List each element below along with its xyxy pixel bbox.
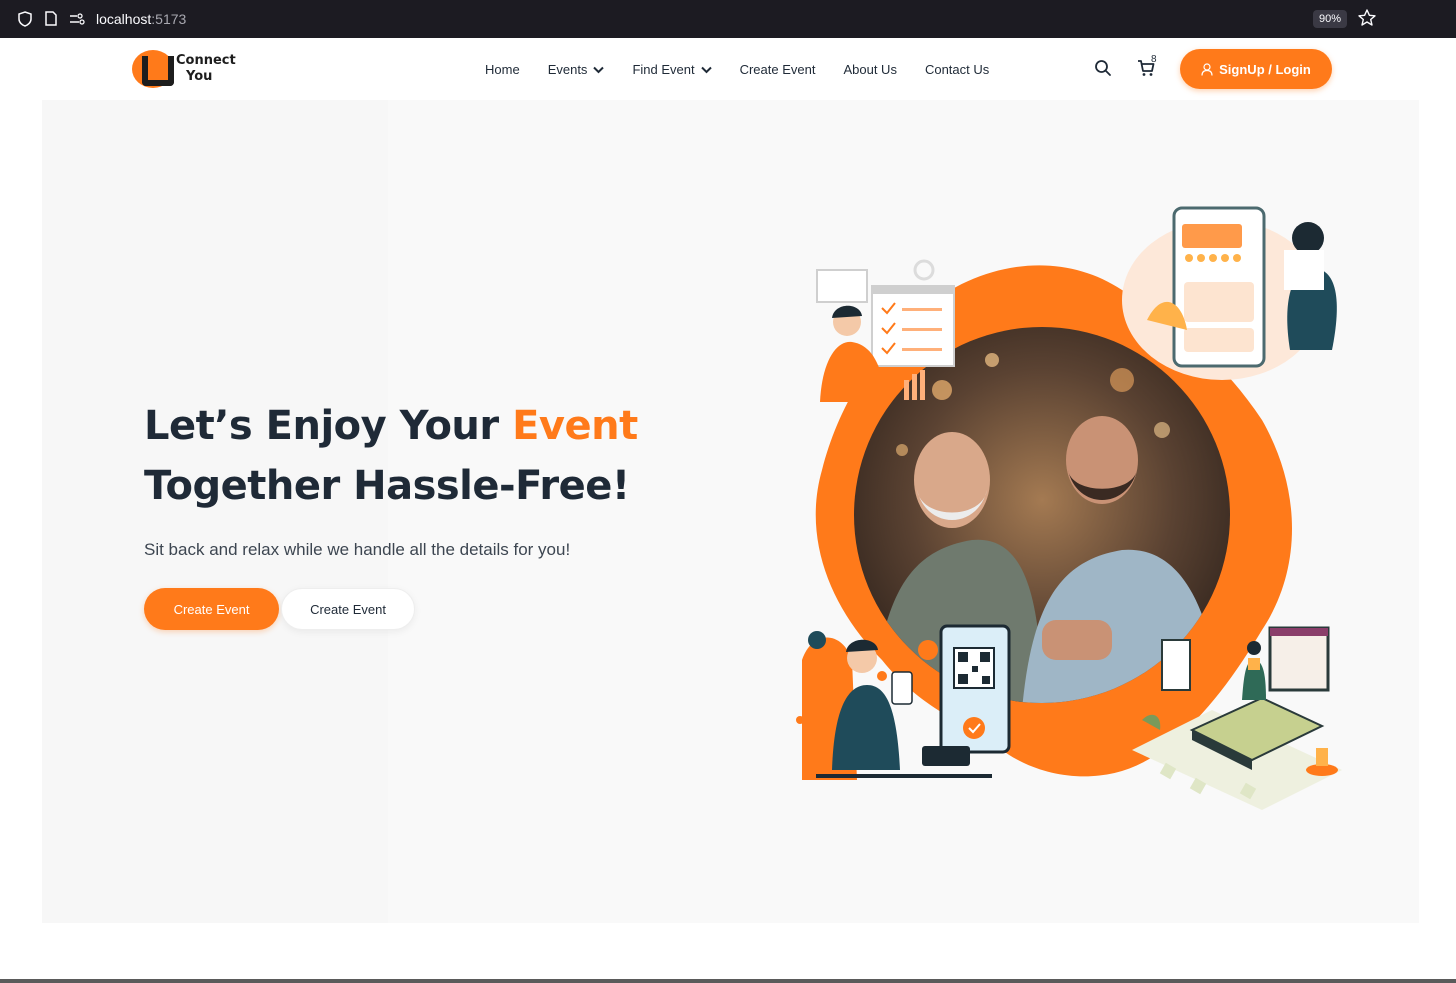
nav-find-event[interactable]: Find Event: [632, 62, 712, 77]
bookmark-star-icon[interactable]: [1357, 8, 1377, 33]
search-icon[interactable]: [1094, 59, 1114, 79]
site-header: Connect You Home Events Find Event Creat…: [0, 38, 1456, 100]
nav-label: Events: [547, 62, 588, 77]
hero-section: Let’s Enjoy Your Event Together Hassle-F…: [42, 100, 1419, 923]
headline-line2: Together Hassle-Free!: [144, 463, 630, 509]
page-icon: [42, 10, 60, 28]
nav-label: Create Event: [739, 62, 816, 77]
permissions-icon[interactable]: [68, 10, 86, 28]
nav-contact-us[interactable]: Contact Us: [925, 62, 989, 77]
review-phone-illustration: [1122, 206, 1337, 380]
nav-about-us[interactable]: About Us: [843, 62, 896, 77]
logo[interactable]: Connect You: [132, 50, 236, 88]
headline-accent: Event: [512, 403, 638, 449]
nav-create-event[interactable]: Create Event: [740, 62, 816, 77]
shield-icon[interactable]: [16, 10, 34, 28]
logo-mark-icon: [132, 50, 174, 88]
zoom-level-badge[interactable]: 90%: [1312, 10, 1347, 28]
address-bar[interactable]: localhost:5173 90%: [8, 3, 1383, 34]
logo-line1: Connect: [176, 53, 236, 68]
url-host[interactable]: localhost: [96, 11, 151, 27]
user-icon: [1201, 62, 1213, 76]
signup-login-label: SignUp / Login: [1219, 61, 1311, 77]
chevron-down-icon: [700, 66, 712, 73]
main-nav: Home Events Find Event Create Event Abou…: [485, 62, 1017, 77]
hero-headline: Let’s Enjoy Your Event Together Hassle-F…: [144, 396, 638, 516]
hero-subtitle: Sit back and relax while we handle all t…: [144, 540, 571, 559]
headline-part1: Let’s Enjoy Your: [144, 403, 513, 449]
create-event-secondary-button[interactable]: Create Event: [281, 588, 415, 630]
cart-count-badge: 8: [1151, 54, 1157, 65]
chevron-down-icon: [593, 66, 605, 73]
logo-text: Connect You: [176, 53, 236, 85]
nav-label: Home: [485, 62, 520, 77]
hero-illustration: [796, 206, 1342, 810]
logo-line2: You: [186, 69, 213, 84]
browser-toolbar: localhost:5173 90%: [0, 0, 1456, 38]
nav-home[interactable]: Home: [485, 62, 520, 77]
nav-events[interactable]: Events: [548, 62, 605, 77]
url-port[interactable]: :5173: [151, 11, 186, 27]
nav-label: Find Event: [632, 62, 695, 77]
signup-login-button[interactable]: SignUp / Login: [1180, 49, 1332, 89]
nav-label: Contact Us: [924, 62, 990, 77]
nav-label: About Us: [843, 62, 897, 77]
bottom-divider: [0, 979, 1456, 983]
create-event-primary-button[interactable]: Create Event: [144, 588, 279, 630]
